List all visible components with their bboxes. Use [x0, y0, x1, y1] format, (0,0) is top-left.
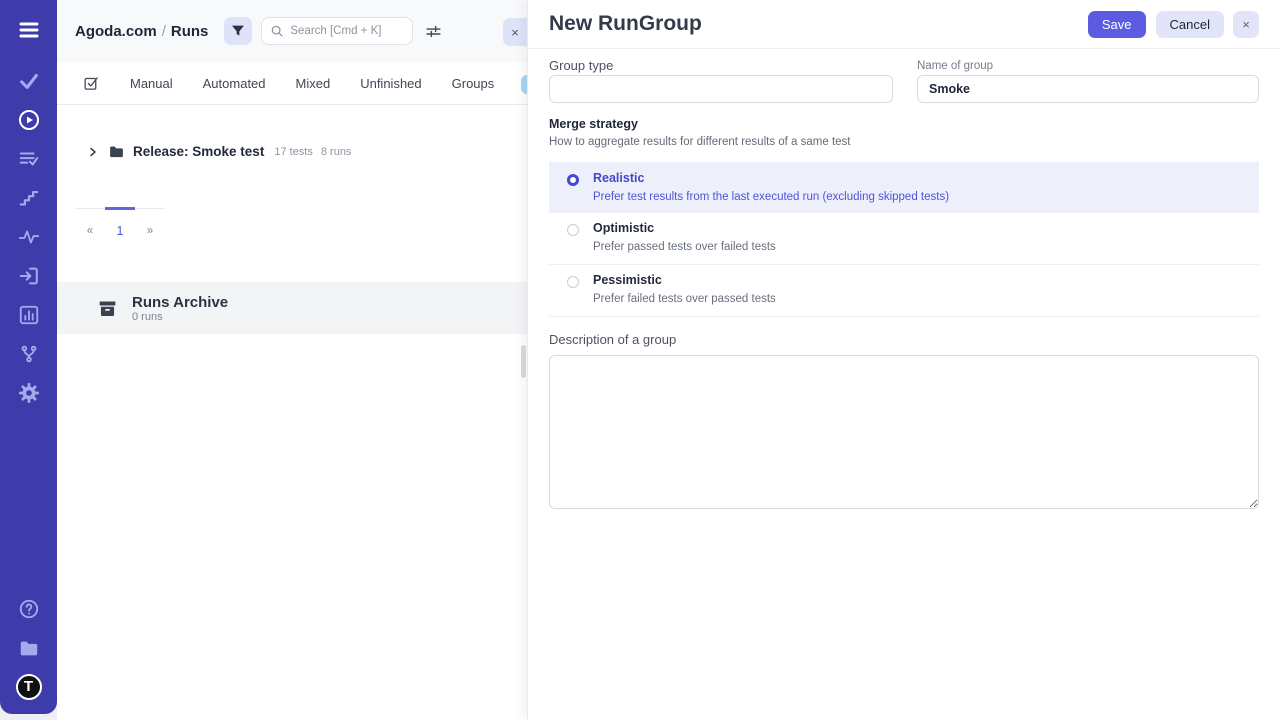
radio-icon[interactable]: [567, 276, 579, 288]
merge-strategy-label: Merge strategy: [549, 117, 1259, 131]
option-optimistic[interactable]: Optimistic Prefer passed tests over fail…: [549, 213, 1259, 265]
option-pessimistic[interactable]: Pessimistic Prefer failed tests over pas…: [549, 265, 1259, 317]
play-circle-icon[interactable]: [9, 100, 49, 139]
search-input[interactable]: [290, 25, 400, 37]
steps-icon[interactable]: [9, 178, 49, 217]
runs-panel: Agoda.com/Runs × Manual Automated Mixed …: [57, 0, 527, 720]
workspace-avatar[interactable]: T: [9, 667, 49, 706]
description-label: Description of a group: [549, 332, 1259, 349]
panel-header: New RunGroup Save Cancel ×: [528, 0, 1280, 49]
funnel-icon: [230, 23, 246, 39]
run-group-title[interactable]: Release: Smoke test: [133, 144, 264, 159]
name-field: Name of group: [917, 58, 1259, 103]
new-rungroup-panel: New RunGroup Save Cancel × Group type Na…: [527, 0, 1280, 720]
tab-mixed[interactable]: Mixed: [296, 76, 331, 91]
search-icon: [270, 24, 284, 38]
chevron-right-icon[interactable]: [87, 146, 99, 158]
scrollbar-thumb[interactable]: [521, 345, 526, 378]
radio-icon[interactable]: [567, 174, 579, 186]
merge-strategy-options: Realistic Prefer test results from the l…: [549, 162, 1259, 317]
group-type-input[interactable]: [549, 75, 893, 103]
tab-groups[interactable]: Groups: [452, 76, 495, 91]
page-title: New RunGroup: [549, 12, 1088, 36]
pagination: « 1 »: [75, 208, 165, 238]
runs-header: Agoda.com/Runs ×: [57, 0, 527, 62]
tab-manual[interactable]: Manual: [130, 76, 173, 91]
description-textarea[interactable]: [549, 355, 1259, 509]
pagination-prev[interactable]: «: [75, 209, 105, 238]
select-runs-icon[interactable]: [83, 75, 100, 92]
breadcrumb-project[interactable]: Agoda.com: [75, 23, 157, 40]
tab-unfinished[interactable]: Unfinished: [360, 76, 421, 91]
filter-button[interactable]: [224, 17, 252, 45]
run-group-runs-count: 8 runs: [321, 146, 352, 158]
fork-icon[interactable]: [9, 334, 49, 373]
folder-icon: [108, 143, 125, 160]
sign-in-icon[interactable]: [9, 256, 49, 295]
name-of-group-label: Name of group: [917, 58, 1259, 75]
merge-strategy-hint: How to aggregate results for different r…: [549, 136, 1259, 148]
radio-icon[interactable]: [567, 224, 579, 236]
breadcrumb: Agoda.com/Runs: [75, 23, 208, 40]
pagination-next[interactable]: »: [135, 209, 165, 238]
group-type-field: Group type: [549, 58, 893, 103]
logo-t-icon: T: [16, 674, 42, 700]
archive-count: 0 runs: [132, 311, 228, 323]
sliders-icon: [425, 23, 442, 40]
description-section: Description of a group: [549, 332, 1259, 514]
close-icon[interactable]: ×: [1233, 11, 1259, 38]
merge-strategy-section: Merge strategy How to aggregate results …: [549, 117, 1259, 317]
filter-tabs: Manual Automated Mixed Unfinished Groups…: [57, 62, 527, 105]
adjustments-button[interactable]: [425, 23, 442, 40]
help-icon[interactable]: [9, 589, 49, 628]
option-realistic[interactable]: Realistic Prefer test results from the l…: [549, 162, 1259, 213]
bar-chart-icon[interactable]: [9, 295, 49, 334]
menu-icon[interactable]: [14, 15, 44, 45]
runs-archive-row[interactable]: Runs Archive 0 runs: [57, 282, 527, 334]
run-group-tests-count: 17 tests: [274, 146, 313, 158]
group-type-label: Group type: [549, 58, 893, 75]
tab-automated[interactable]: Automated: [203, 76, 266, 91]
cancel-button[interactable]: Cancel: [1156, 11, 1224, 38]
list-check-icon[interactable]: [9, 139, 49, 178]
sidebar: T: [0, 0, 57, 714]
activity-icon[interactable]: [9, 217, 49, 256]
name-of-group-input[interactable]: [917, 75, 1259, 103]
breadcrumb-section[interactable]: Runs: [171, 23, 209, 40]
filter-drawer-close-button[interactable]: ×: [503, 18, 527, 46]
archive-title: Runs Archive: [132, 294, 228, 311]
run-group-row[interactable]: Release: Smoke test 17 tests 8 runs: [57, 143, 527, 160]
archive-icon: [97, 298, 118, 319]
save-button[interactable]: Save: [1088, 11, 1146, 38]
search-box[interactable]: [261, 17, 413, 45]
pagination-page-1[interactable]: 1: [105, 207, 135, 238]
check-icon[interactable]: [9, 61, 49, 100]
gear-icon[interactable]: [9, 373, 49, 412]
folder-icon[interactable]: [9, 628, 49, 667]
